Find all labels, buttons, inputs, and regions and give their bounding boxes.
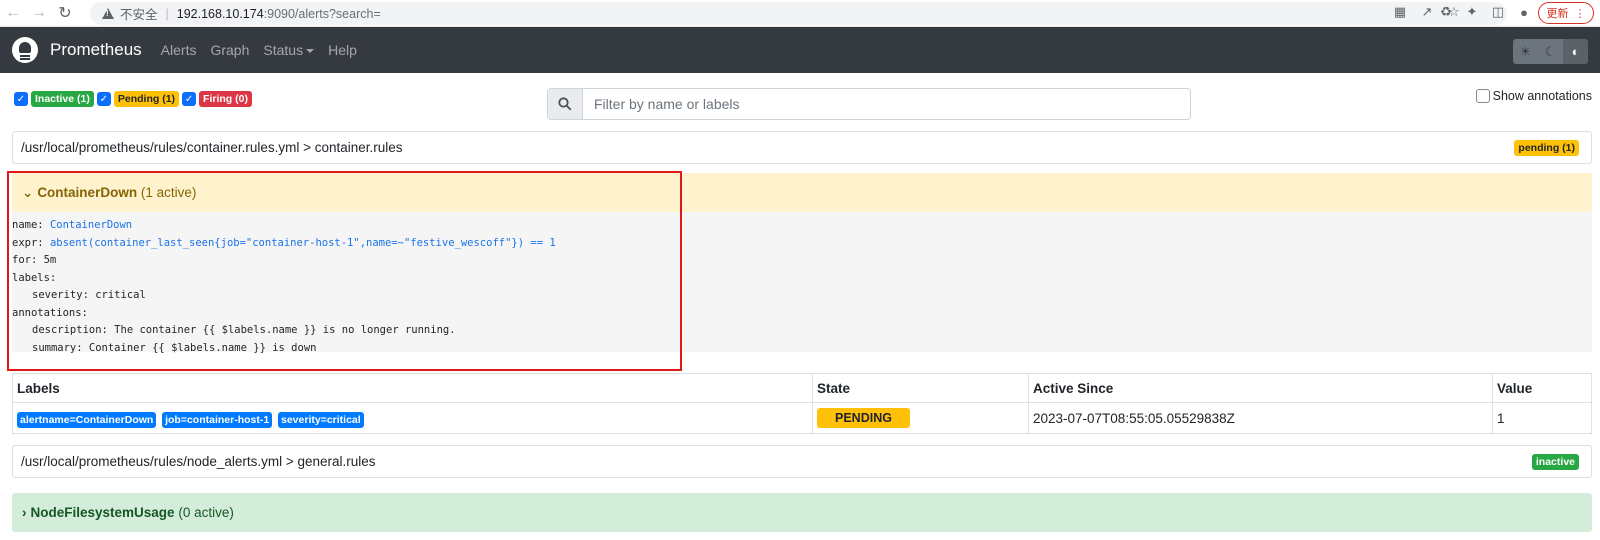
brand-title[interactable]: Prometheus [50, 40, 142, 60]
chevron-right-icon[interactable]: › [22, 505, 27, 520]
nav-graph[interactable]: Graph [210, 42, 249, 58]
insecure-label: 不安全 [120, 8, 158, 22]
url-host: 192.168.10.174 [176, 6, 264, 21]
browser-toolbar: ← → ↻ 不安全 | 192.168.10.174:9090/alerts?s… [0, 0, 1600, 27]
show-annotations-toggle[interactable]: Show annotations [1475, 89, 1592, 103]
forward-icon[interactable]: → [26, 0, 52, 27]
active-since-cell: 2023-07-07T08:55:05.05529838Z [1028, 402, 1493, 434]
puzzle-icon[interactable]: ✦ [1464, 4, 1480, 20]
search-box [547, 88, 1191, 120]
filter-bar: ✓ Inactive (1) ✓ Pending (1) ✓ Firing (0… [0, 73, 1600, 123]
labels-cell: alertname=ContainerDown job=container-ho… [12, 402, 813, 434]
translate-icon[interactable]: ▦ [1392, 4, 1408, 20]
col-state: State [812, 373, 1029, 403]
highlight-box [7, 171, 682, 371]
extension-icon[interactable]: ♻ [1438, 4, 1454, 20]
nav-status[interactable]: Status [263, 42, 315, 58]
rule-active-count: (0 active) [178, 505, 234, 520]
alerts-table: Labels State Active Since Value alertnam… [12, 373, 1592, 434]
col-labels: Labels [12, 373, 813, 403]
warning-icon [102, 7, 114, 20]
sun-icon[interactable]: ☀ [1513, 39, 1538, 64]
moon-icon[interactable]: ☾ [1538, 39, 1563, 64]
pending-filter-badge[interactable]: Pending (1) [113, 91, 180, 107]
inactive-filter-badge[interactable]: Inactive (1) [31, 91, 94, 107]
top-navbar: Prometheus Alerts Graph Status Help ☀ ☾ … [0, 27, 1600, 73]
share-icon[interactable]: ↗ [1419, 4, 1435, 20]
col-active-since: Active Since [1028, 373, 1493, 403]
nav-alerts[interactable]: Alerts [161, 42, 197, 58]
rule-group-header: /usr/local/prometheus/rules/container.ru… [12, 131, 1592, 164]
reload-icon[interactable]: ↻ [52, 0, 78, 27]
label-badge: alertname=ContainerDown [17, 411, 157, 428]
group-status-badge: inactive [1531, 453, 1579, 470]
url-path: :9090/alerts?search= [263, 6, 381, 21]
show-annotations-checkbox[interactable] [1475, 89, 1490, 103]
nav-help[interactable]: Help [328, 42, 357, 58]
firing-checkbox[interactable]: ✓ [182, 92, 197, 106]
group-status-badge: pending (1) [1514, 139, 1579, 156]
rule-group-path: /usr/local/prometheus/rules/container.ru… [21, 140, 403, 155]
chevron-down-icon [306, 49, 315, 54]
profile-icon[interactable]: ● [1516, 4, 1532, 20]
table-row: alertname=ContainerDown job=container-ho… [12, 402, 1592, 434]
label-badge: job=container-host-1 [162, 411, 273, 428]
state-badge: PENDING [817, 408, 910, 428]
pending-checkbox[interactable]: ✓ [96, 92, 111, 106]
col-value: Value [1492, 373, 1592, 403]
update-button[interactable]: 更新 ⋮ [1538, 2, 1594, 24]
rule-group-path: /usr/local/prometheus/rules/node_alerts.… [21, 454, 376, 469]
search-input[interactable] [583, 89, 1190, 119]
value-cell: 1 [1492, 402, 1592, 434]
search-icon [548, 89, 583, 119]
label-badge: severity=critical [278, 411, 364, 428]
back-icon[interactable]: ← [0, 0, 26, 27]
alert-rule-row[interactable]: › NodeFilesystemUsage (0 active) [12, 493, 1592, 532]
address-bar[interactable]: 不安全 | 192.168.10.174:9090/alerts?search= [90, 2, 1507, 25]
more-icon: ⋮ [1574, 7, 1586, 20]
rule-group-header: /usr/local/prometheus/rules/node_alerts.… [12, 445, 1592, 478]
inactive-checkbox[interactable]: ✓ [14, 92, 28, 106]
theme-toggle: ☀ ☾ ◐ [1513, 39, 1588, 64]
firing-filter-badge[interactable]: Firing (0) [199, 91, 252, 107]
contrast-icon[interactable]: ◐ [1563, 39, 1588, 64]
prometheus-logo-icon[interactable] [12, 37, 38, 63]
sidepanel-icon[interactable]: ◫ [1490, 4, 1506, 20]
rule-name: NodeFilesystemUsage [30, 505, 175, 520]
state-cell: PENDING [812, 402, 1029, 434]
